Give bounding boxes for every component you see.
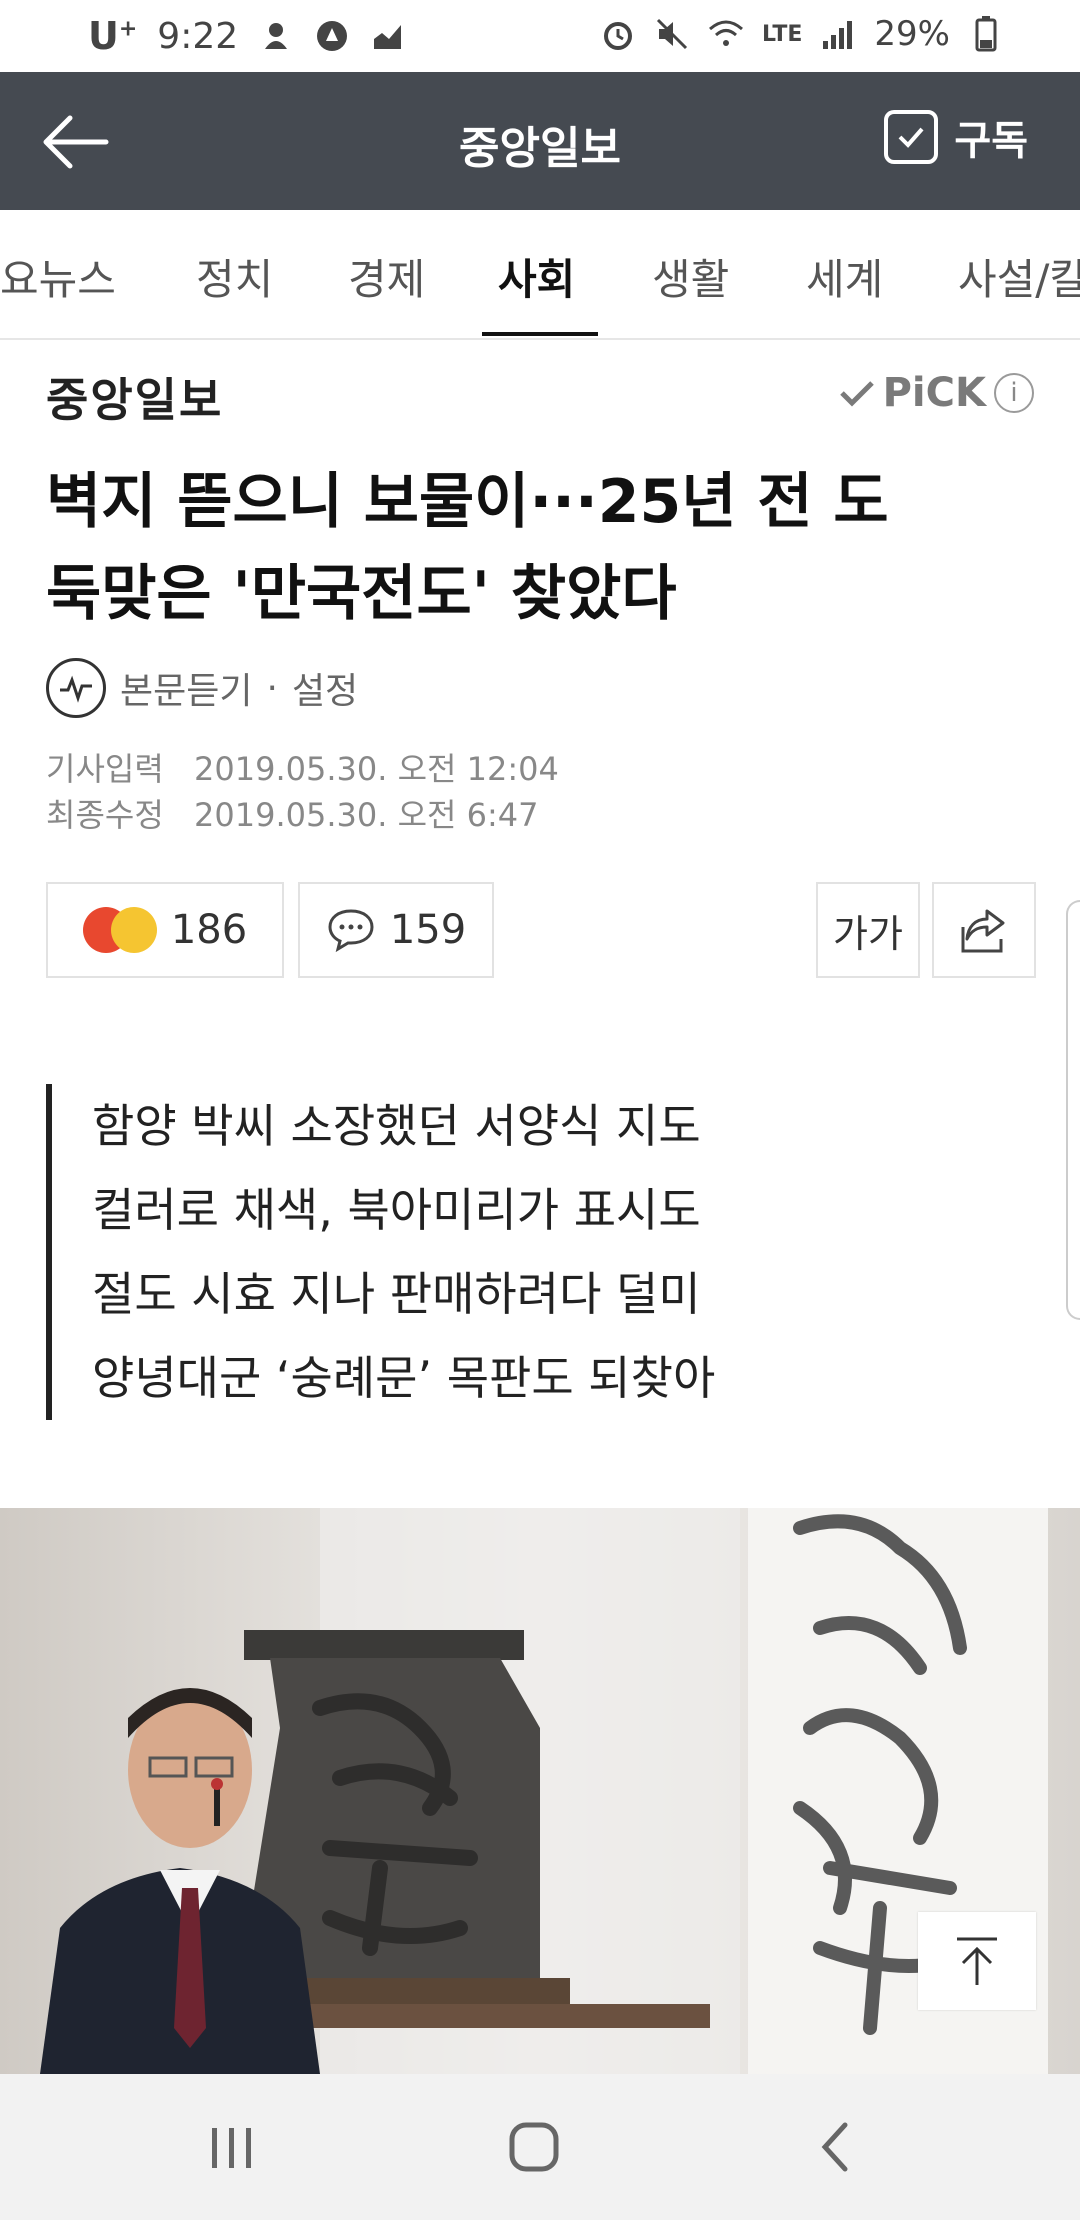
tab-editorial[interactable]: 사설/칼 xyxy=(958,246,1080,307)
summary-line: 함양 박씨 소장했던 서양식 지도 xyxy=(92,1099,701,1153)
tab-economy[interactable]: 경제 xyxy=(348,246,425,307)
listen-button[interactable]: 본문듣기 xyxy=(120,662,252,714)
article-headline: 벽지 뜯으니 보물이···25년 전 도 둑맞은 '만국전도' 찾았다 xyxy=(46,467,889,629)
listen-controls: 본문듣기 · 설정 xyxy=(46,658,358,718)
tab-society[interactable]: 사회 xyxy=(498,246,575,307)
reaction-emoji-icons xyxy=(82,907,157,953)
battery-percent: 29% xyxy=(874,14,950,54)
status-bar: U+ 9:22 LTE 29% xyxy=(0,0,1080,72)
alarm-icon xyxy=(600,16,636,52)
browser-notification-icon xyxy=(314,18,350,54)
arrow-up-icon xyxy=(957,1937,997,1985)
subscribe-label: 구독 xyxy=(954,118,1028,164)
reaction-count: 186 xyxy=(170,907,248,953)
comment-count: 159 xyxy=(389,907,467,953)
check-icon xyxy=(839,381,874,407)
system-back-button[interactable] xyxy=(796,2114,876,2180)
tab-politics[interactable]: 정치 xyxy=(196,246,273,307)
tab-life[interactable]: 생활 xyxy=(652,246,729,307)
modified-label: 최종수정 xyxy=(46,796,164,834)
subscribe-button[interactable]: 구독 xyxy=(884,108,1028,166)
stock-notification-icon xyxy=(370,18,406,54)
comment-bubble-icon xyxy=(328,909,374,953)
modified-date: 2019.05.30. 오전 6:47 xyxy=(194,796,539,834)
recent-apps-button[interactable] xyxy=(192,2114,272,2180)
tab-world[interactable]: 세계 xyxy=(806,246,883,307)
home-icon xyxy=(509,2122,559,2172)
reaction-button[interactable]: 186 xyxy=(46,882,284,978)
app-notification-icon xyxy=(258,18,294,54)
summary-line: 양녕대군 ‘숭례문’ 목판도 되찾아 xyxy=(92,1351,716,1405)
article-dates: 기사입력 2019.05.30. 오전 12:04 최종수정 2019.05.30.… xyxy=(46,746,559,838)
signal-icon xyxy=(820,16,856,52)
font-size-label: 가가 xyxy=(833,911,903,956)
listen-separator: · xyxy=(266,667,278,709)
share-button[interactable] xyxy=(932,882,1036,978)
category-tabs: 요뉴스 정치 경제 사회 생활 세계 사설/칼 xyxy=(0,210,1080,340)
laugh-emoji-icon xyxy=(110,907,157,953)
listen-audio-icon[interactable] xyxy=(46,658,106,718)
home-button[interactable] xyxy=(494,2114,574,2180)
wifi-icon xyxy=(708,16,744,52)
recent-apps-icon xyxy=(212,2128,251,2168)
article-summary: 함양 박씨 소장했던 서양식 지도 컬러로 채색, 북아미리가 표시도 절도 시… xyxy=(46,1084,715,1420)
carrier-label: U+ xyxy=(88,14,138,58)
clock: 9:22 xyxy=(157,15,239,57)
active-tab-indicator xyxy=(482,332,598,336)
published-label: 기사입력 xyxy=(46,750,164,788)
side-panel-handle[interactable] xyxy=(1066,900,1080,1320)
info-icon[interactable]: i xyxy=(994,373,1034,413)
pick-label: PiCK xyxy=(882,370,986,416)
app-bar: 중앙일보 구독 xyxy=(0,72,1080,210)
network-type-label: LTE xyxy=(762,21,803,47)
chevron-left-icon xyxy=(821,2122,848,2172)
checkbox-icon xyxy=(884,110,939,164)
comment-button[interactable]: 159 xyxy=(298,882,494,978)
settings-button[interactable]: 설정 xyxy=(292,662,358,714)
published-date: 2019.05.30. 오전 12:04 xyxy=(194,750,559,788)
summary-line: 컬러로 채색, 북아미리가 표시도 xyxy=(92,1183,701,1237)
pick-badge[interactable]: PiCK i xyxy=(839,370,1034,416)
mute-icon xyxy=(654,16,690,52)
summary-line: 절도 시효 지나 판매하려다 덜미 xyxy=(92,1267,701,1321)
system-navigation-bar xyxy=(0,2074,1080,2220)
scroll-to-top-button[interactable] xyxy=(918,1912,1036,2010)
battery-icon xyxy=(968,16,1004,52)
share-icon xyxy=(961,909,1005,953)
tab-yo-news[interactable]: 요뉴스 xyxy=(0,246,116,307)
font-size-button[interactable]: 가가 xyxy=(816,882,920,978)
source-logo[interactable]: 중앙일보 xyxy=(46,364,223,430)
